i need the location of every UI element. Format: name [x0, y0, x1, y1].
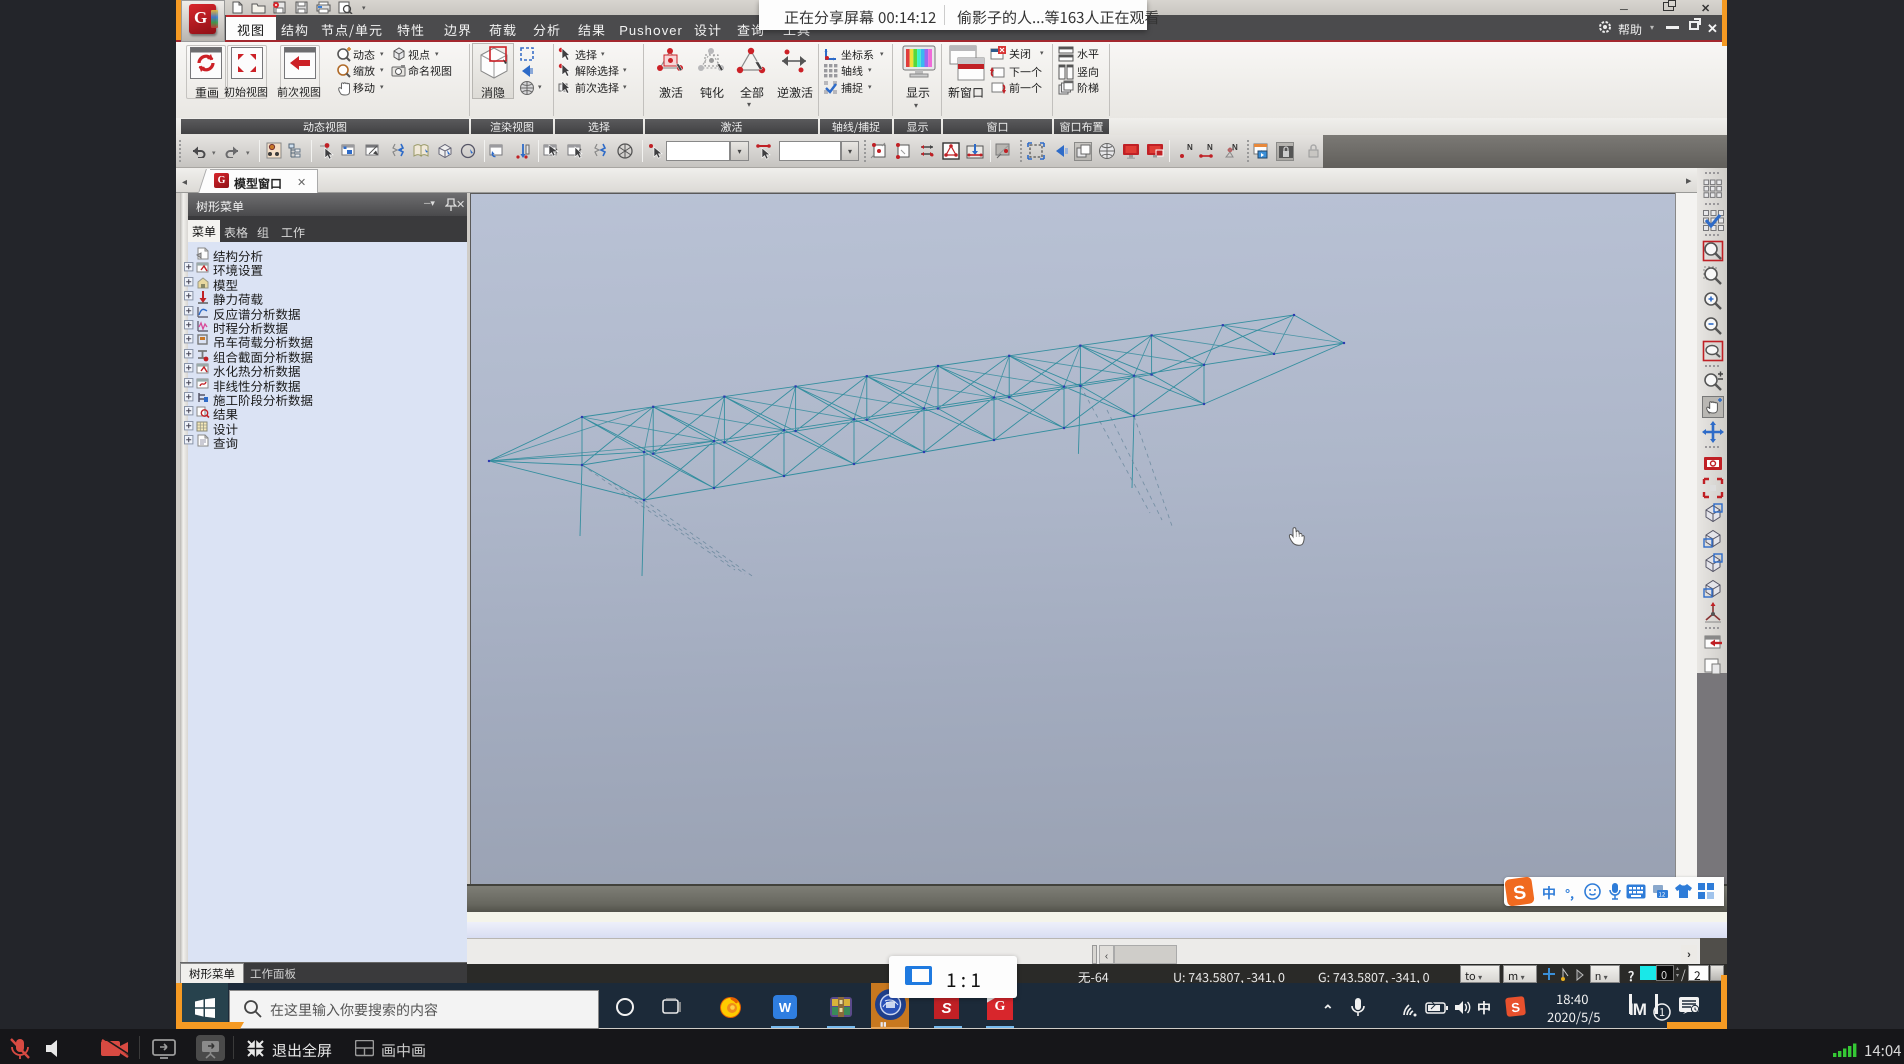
svg-text:12: 12 [1659, 890, 1666, 899]
svg-text:1: 1 [1659, 1004, 1665, 1020]
svg-text:N: N [1207, 142, 1213, 153]
svg-text:N: N [1187, 142, 1193, 153]
svg-text:N: N [1232, 142, 1238, 153]
